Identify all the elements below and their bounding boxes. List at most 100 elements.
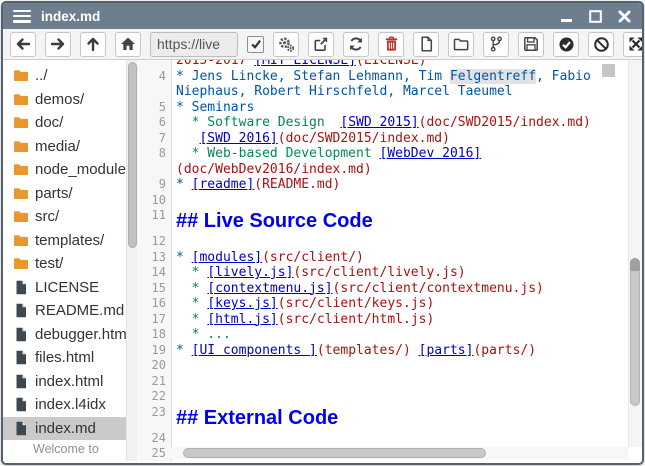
sidebar-item-index-html[interactable]: index.html [3,370,127,394]
markdown-link[interactable]: [html.js] [207,312,277,327]
forward-button[interactable] [45,32,71,57]
file-label: files.html [35,349,94,366]
editor-line[interactable]: (doc/WebDev2016/index.md) [139,162,628,178]
cancel-button[interactable] [588,32,614,57]
editor-vscrollbar-track[interactable] [628,60,642,447]
editor-line[interactable]: 23## External Code [139,405,628,431]
line-number: 19 [139,343,176,359]
line-number: 12 [139,234,176,250]
line-number: 8 [139,146,176,162]
markdown-link[interactable]: [parts] [419,343,474,358]
editor-line[interactable]: 13* [modules](src/client/) [139,250,628,266]
versions-button[interactable] [483,32,509,57]
sidebar-item-node-modules[interactable]: node_modules/ [3,158,127,182]
sidebar-item-index-l4idx[interactable]: index.l4idx [3,393,127,417]
accept-button[interactable] [553,32,579,57]
editor-line[interactable]: 20 [139,358,628,374]
url-input[interactable] [150,32,238,57]
open-external-button[interactable] [308,32,334,57]
sidebar-item-templates[interactable]: templates/ [3,229,127,253]
delete-button[interactable] [378,32,404,57]
back-button[interactable] [10,32,36,57]
sidebar-item-test[interactable]: test/ [3,252,127,276]
sidebar-item-parts[interactable]: parts/ [3,182,127,206]
editor-line[interactable]: 9* [readme](README.md) [139,177,628,193]
markdown-link[interactable]: [UI components ] [192,343,317,358]
minimize-button[interactable] [558,8,574,24]
editor-line[interactable]: 5* Seminars [139,100,628,116]
menu-icon[interactable] [13,10,31,23]
markdown-link[interactable]: [keys.js] [207,296,277,311]
folder-icon [13,115,29,130]
editor-line[interactable]: 8 * Web-based Development [WebDev 2016] [139,146,628,162]
scrollbar-annotation [602,64,615,77]
sidebar-item-src[interactable]: src/ [3,205,127,229]
new-file-button[interactable] [413,32,439,57]
editor-line[interactable]: 18 * ... [139,327,628,343]
editor-hscrollbar-track[interactable] [171,447,628,459]
editor-line[interactable]: 21 [139,374,628,390]
sidebar-item-license[interactable]: LICENSE [3,276,127,300]
sidebar-item-doc[interactable]: doc/ [3,111,127,135]
sidebar-scrollbar-track[interactable] [126,60,138,461]
settings-button[interactable] [273,32,299,57]
maximize-button[interactable] [587,8,603,24]
fullscreen-button[interactable] [623,32,644,57]
scrollbar-annotation-mark [630,258,640,271]
close-icon [618,10,631,23]
markdown-link[interactable]: [readme] [192,177,255,192]
editor-vscrollbar-thumb[interactable] [630,258,640,406]
git-branch-icon [489,36,503,52]
editor-line[interactable]: Niephaus, Robert Hirschfeld, Marcel Taeu… [139,84,628,100]
editor-hscrollbar-thumb[interactable] [183,448,486,458]
file-label: debugger.html [35,326,127,343]
file-list: ../demos/doc/media/node_modules/parts/sr… [3,64,139,440]
up-button[interactable] [80,32,106,57]
sidebar-item-files-html[interactable]: files.html [3,346,127,370]
reload-button[interactable] [343,32,369,57]
editor-line[interactable]: 17 * [html.js](src/client/html.js) [139,312,628,328]
home-button[interactable] [115,32,141,57]
line-number: 16 [139,296,176,312]
editor-line[interactable]: 7 [SWD 2016](doc/SWD2015/index.md) [139,131,628,147]
maximize-icon [589,10,602,23]
folder-icon [13,186,29,201]
check-circle-icon [558,36,575,53]
editor-line[interactable]: 16 * [keys.js](src/client/keys.js) [139,296,628,312]
markdown-editor[interactable]: 2015-2017 [MIT LICENSE](LICENSE)4* Jens … [139,60,642,461]
save-button[interactable] [518,32,544,57]
file-icon [13,327,29,342]
sidebar-item-demos[interactable]: demos/ [3,88,127,112]
markdown-link[interactable]: [contextmenu.js] [207,281,332,296]
editor-line[interactable]: 2015-2017 [MIT LICENSE](LICENSE) [139,60,628,69]
markdown-link[interactable]: [SWD 2015] [340,115,418,130]
editor-line[interactable]: 15 * [contextmenu.js](src/client/context… [139,281,628,297]
markdown-link[interactable]: [SWD 2016] [199,131,277,146]
close-button[interactable] [616,8,632,24]
editor-line[interactable]: 10 [139,193,628,209]
line-number: 10 [139,193,176,209]
editor-line[interactable]: 4* Jens Lincke, Stefan Lehmann, Tim Felg… [139,69,628,85]
markdown-link[interactable]: [WebDev 2016] [380,146,482,161]
sidebar-item-media[interactable]: media/ [3,135,127,159]
editor-line[interactable]: 19* [UI components ](templates/) [parts]… [139,343,628,359]
folder-icon [13,92,29,107]
url-checkbox[interactable] [247,36,264,53]
editor-line[interactable]: 14 * [lively.js](src/client/lively.js) [139,265,628,281]
sidebar-item-[interactable]: ../ [3,64,127,88]
new-folder-button[interactable] [448,32,474,57]
sidebar-item-index-md[interactable]: index.md [3,417,127,441]
editor-line[interactable]: 6 * Software Design [SWD 2015](doc/SWD20… [139,115,628,131]
ban-icon [593,36,610,53]
editor-line[interactable]: 24 [139,431,628,447]
sidebar-item-debugger-html[interactable]: debugger.html [3,323,127,347]
markdown-link[interactable]: [lively.js] [207,265,293,280]
editor-line[interactable]: 11## Live Source Code [139,208,628,234]
editor-line[interactable]: 22 [139,389,628,405]
file-label: index.html [35,373,103,390]
editor-line[interactable]: 12 [139,234,628,250]
markdown-link[interactable]: [MIT LICENSE] [254,60,356,68]
sidebar-scrollbar-thumb[interactable] [128,62,137,248]
markdown-link[interactable]: [modules] [192,250,262,265]
sidebar-item-readme-md[interactable]: README.md [3,299,127,323]
